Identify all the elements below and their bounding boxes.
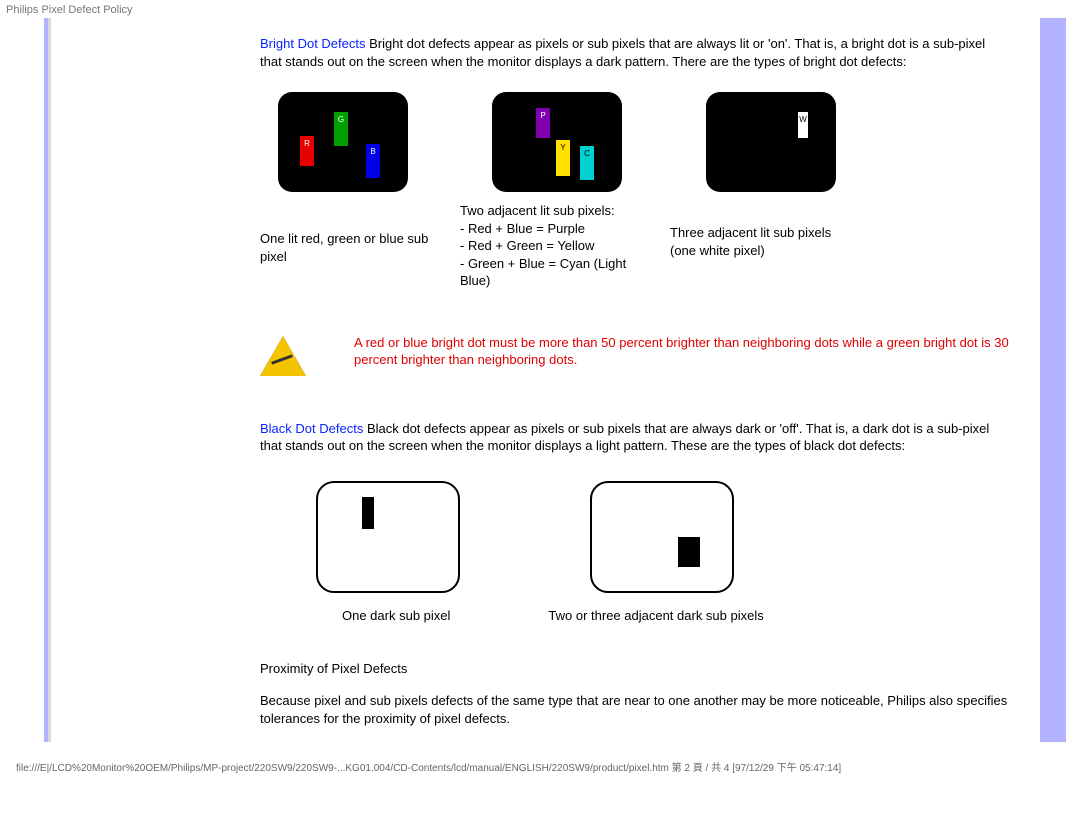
proximity-heading: Proximity of Pixel Defects — [260, 660, 1010, 678]
dark-diagram-multi — [590, 481, 734, 593]
bright-cap2-line4: - Green + Blue = Cyan (Light Blue) — [460, 256, 626, 289]
bright-dot-body: Bright dot defects appear as pixels or s… — [260, 36, 985, 69]
subpixel-white-icon: W — [798, 112, 808, 138]
subpixel-green-icon: G — [334, 112, 348, 146]
bright-caption-3: Three adjacent lit sub pixels (one white… — [670, 202, 831, 290]
bright-cap3-line2: (one white pixel) — [670, 243, 765, 258]
warning-triangle-icon — [260, 336, 306, 376]
black-caption-2: Two or three adjacent dark sub pixels — [548, 607, 763, 625]
black-dot-term: Black Dot Defects — [260, 421, 363, 436]
dark-diagram-one — [316, 481, 460, 593]
dark-subpixel-multi-icon — [678, 537, 700, 567]
dark-subpixel-one-icon — [362, 497, 374, 529]
page-frame: Bright Dot Defects Bright dot defects ap… — [0, 18, 1080, 780]
warning-text: A red or blue bright dot must be more th… — [354, 334, 1010, 369]
bright-captions-row: One lit red, green or blue sub pixel Two… — [260, 202, 1010, 290]
bright-cap3-line1: Three adjacent lit sub pixels — [670, 225, 831, 240]
bright-cap2-line2: - Red + Blue = Purple — [460, 221, 585, 236]
bright-caption-2: Two adjacent lit sub pixels: - Red + Blu… — [460, 202, 670, 290]
page-header-title: Philips Pixel Defect Policy — [0, 0, 1080, 18]
warning-row: A red or blue bright dot must be more th… — [260, 334, 1010, 376]
proximity-body: Because pixel and sub pixels defects of … — [260, 692, 1010, 727]
left-rail-divider — [48, 18, 51, 742]
bright-dot-term: Bright Dot Defects — [260, 36, 366, 51]
subpixel-blue-icon: B — [366, 144, 380, 178]
subpixel-yellow-icon: Y — [556, 140, 570, 176]
right-rail-accent — [1040, 18, 1066, 742]
bright-dot-diagram-row: R G B P Y C W — [278, 92, 1010, 192]
black-caption-1: One dark sub pixel — [342, 607, 450, 625]
bright-diagram-white: W — [706, 92, 836, 192]
bright-diagram-rgb: R G B — [278, 92, 408, 192]
black-dot-body: Black dot defects appear as pixels or su… — [260, 421, 989, 454]
black-captions-row: One dark sub pixel Two or three adjacent… — [342, 607, 1010, 625]
black-dot-diagram-row — [316, 481, 1010, 593]
bright-dot-paragraph: Bright Dot Defects Bright dot defects ap… — [260, 35, 1010, 70]
document-body: Bright Dot Defects Bright dot defects ap… — [260, 18, 1010, 727]
footer-file-path: file:///E|/LCD%20Monitor%20OEM/Philips/M… — [0, 759, 1080, 774]
bright-caption-1: One lit red, green or blue sub pixel — [260, 202, 460, 290]
subpixel-purple-icon: P — [536, 108, 550, 138]
bright-cap2-line1: Two adjacent lit sub pixels: — [460, 203, 615, 218]
bright-diagram-pyc: P Y C — [492, 92, 622, 192]
black-dot-paragraph: Black Dot Defects Black dot defects appe… — [260, 420, 1010, 455]
subpixel-red-icon: R — [300, 136, 314, 166]
bright-cap2-line3: - Red + Green = Yellow — [460, 238, 594, 253]
subpixel-cyan-icon: C — [580, 146, 594, 180]
